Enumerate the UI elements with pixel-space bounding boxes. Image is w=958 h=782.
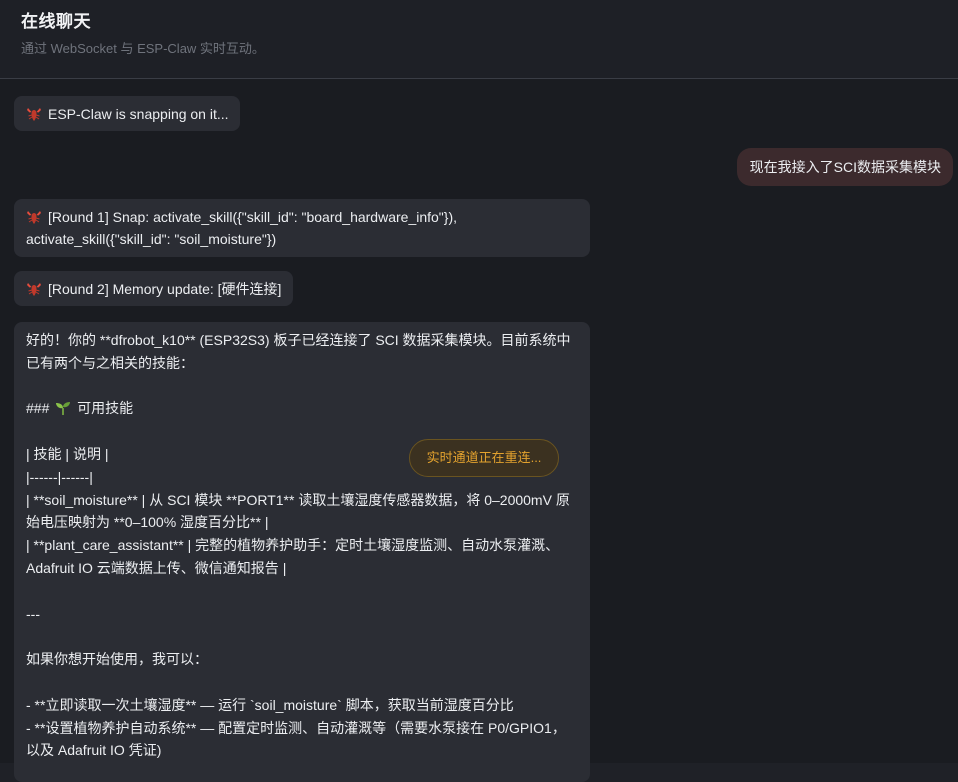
bot-status-message: ESP-Claw is snapping on it... <box>14 96 240 131</box>
bot-round2-message: [Round 2] Memory update: [硬件连接] <box>14 271 294 306</box>
answer-heading: ### 可用技能 <box>26 397 578 420</box>
bot-answer-message: 好的！你的 **dfrobot_k10** (ESP32S3) 板子已经连接了 … <box>14 322 590 782</box>
answer-line: 如果你想开始使用，我可以： <box>26 651 208 668</box>
answer-blank-line <box>26 580 578 603</box>
reconnecting-toast: 实时通道正在重连... <box>409 439 559 477</box>
lobster-icon <box>27 211 41 224</box>
page-title: 在线聊天 <box>21 12 91 31</box>
answer-blank-line <box>26 625 578 648</box>
table-row-line: | **soil_moisture** | 从 SCI 模块 **PORT1**… <box>26 491 570 531</box>
lobster-icon <box>27 283 41 296</box>
bot-round1-message: [Round 1] Snap: activate_skill({"skill_i… <box>14 199 590 257</box>
list-item-line: - **设置植物养护自动系统** — 配置定时监测、自动灌溉等（需要水泵接在 P… <box>26 719 566 759</box>
chat-message-list[interactable]: ESP-Claw is snapping on it... 现在我接入了SCI数… <box>0 79 958 782</box>
lobster-icon <box>27 108 41 121</box>
table-row-line: | **plant_care_assistant** | 完整的植物养护助手：定… <box>26 537 560 576</box>
list-item-line: - **立即读取一次土壤湿度** — 运行 `soil_moisture` 脚本… <box>26 696 514 713</box>
user-message: 现在我接入了SCI数据采集模块 <box>736 148 953 186</box>
heading-marker: ### <box>26 400 50 417</box>
page-subtitle: 通过 WebSocket 与 ESP-Claw 实时互动。 <box>21 41 265 56</box>
chat-header: 在线聊天 通过 WebSocket 与 ESP-Claw 实时互动。 <box>0 0 958 79</box>
heading-text: 可用技能 <box>77 400 134 417</box>
seedling-icon <box>56 402 71 416</box>
answer-line: 好的！你的 **dfrobot_k10** (ESP32S3) 板子已经连接了 … <box>26 332 571 371</box>
horizontal-rule-line: --- <box>26 605 40 622</box>
answer-blank-line <box>26 375 578 398</box>
round2-text: [Round 2] Memory update: [硬件连接] <box>48 281 282 297</box>
user-message-text: 现在我接入了SCI数据采集模块 <box>749 159 941 175</box>
answer-blank-line <box>26 671 578 694</box>
round1-text: [Round 1] Snap: activate_skill({"skill_i… <box>26 209 457 247</box>
status-text: ESP-Claw is snapping on it... <box>48 106 229 122</box>
